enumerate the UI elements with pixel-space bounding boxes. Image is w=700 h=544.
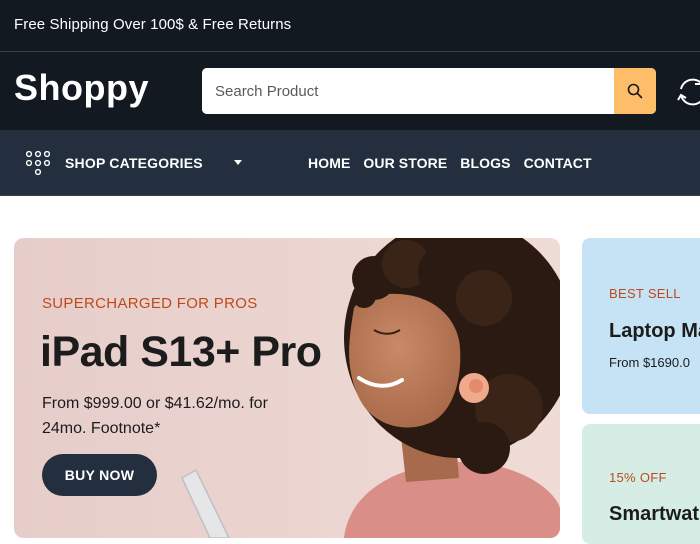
nav-home[interactable]: HOME [308, 155, 350, 171]
main-header: Shoppy [0, 52, 700, 130]
nav-contact[interactable]: CONTACT [524, 155, 592, 171]
nav-bar: SHOP CATEGORIES HOME OUR STORE BLOGS CON… [0, 130, 700, 196]
refresh-icon[interactable] [674, 72, 700, 112]
chevron-down-icon[interactable] [234, 160, 242, 165]
search-icon [627, 83, 643, 99]
card-title: Laptop Ma [609, 320, 700, 342]
hero-title: iPad S13+ Pro [40, 328, 322, 376]
card-eyebrow: BEST SELL [609, 286, 681, 301]
card-price: From $1690.0 [609, 355, 690, 370]
hero-banner[interactable]: SUPERCHARGED FOR PROS iPad S13+ Pro From… [14, 238, 560, 538]
shipping-notice: Free Shipping Over 100$ & Free Returns [14, 16, 292, 33]
search-button[interactable] [614, 68, 656, 114]
promo-card-smartwatch[interactable]: 15% OFF Smartwat [582, 424, 700, 544]
card-eyebrow: 15% OFF [609, 470, 667, 485]
search-input[interactable] [202, 68, 614, 114]
hero-description: From $999.00 or $41.62/mo. for 24mo. Foo… [42, 395, 268, 437]
main-menu: HOME OUR STORE BLOGS CONTACT [308, 155, 592, 171]
site-logo[interactable]: Shoppy [14, 67, 149, 109]
card-title: Smartwat [609, 503, 700, 525]
promo-card-laptop[interactable]: BEST SELL Laptop Ma From $1690.0 [582, 238, 700, 414]
shop-categories-dropdown[interactable]: SHOP CATEGORIES [65, 155, 203, 171]
grid-dots-icon[interactable] [26, 151, 50, 175]
hero-eyebrow: SUPERCHARGED FOR PROS [42, 295, 258, 312]
buy-now-button[interactable]: BUY NOW [42, 454, 157, 496]
nav-our-store[interactable]: OUR STORE [363, 155, 447, 171]
top-announcement-bar: Free Shipping Over 100$ & Free Returns [0, 0, 700, 52]
nav-blogs[interactable]: BLOGS [460, 155, 510, 171]
search-bar [202, 68, 656, 114]
